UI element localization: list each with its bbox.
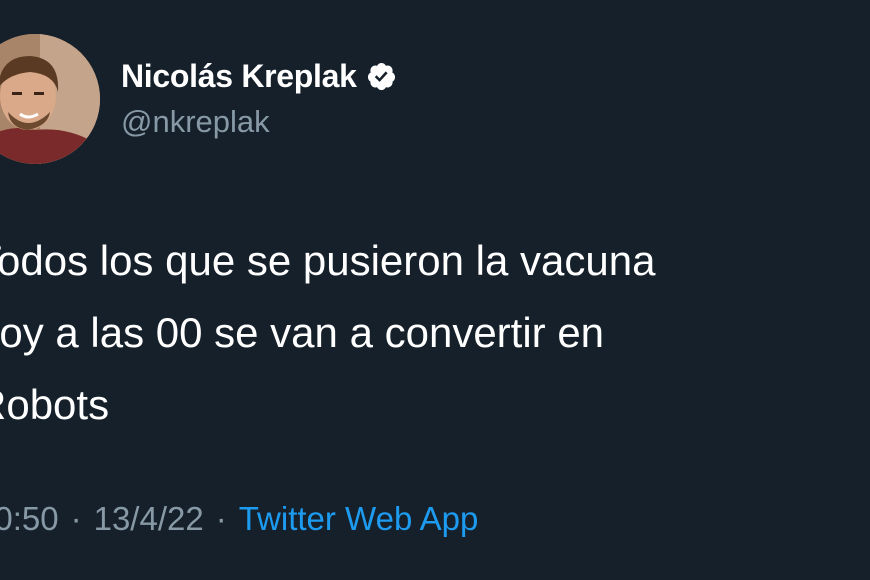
avatar-photo (0, 34, 100, 164)
tweet-date[interactable]: 13/4/22 (94, 500, 204, 538)
tweet-source-link[interactable]: Twitter Web App (239, 500, 479, 538)
avatar[interactable] (0, 34, 100, 164)
tweet-text-line: hoy a las 00 se van a convertir en (0, 309, 605, 356)
tweet-time[interactable]: 20:50 (0, 500, 59, 538)
verified-badge-icon (366, 61, 397, 92)
display-name[interactable]: Nicolás Kreplak (121, 58, 357, 95)
separator-dot: · (70, 500, 82, 537)
author-handle[interactable]: @nkreplak (121, 104, 270, 140)
tweet-text: Todos los que se pusieron la vacuna hoy … (0, 225, 856, 441)
tweet-metadata: 20:50 · 13/4/22 · Twitter Web App (0, 500, 478, 538)
separator-dot: · (215, 500, 227, 537)
tweet-card: Nicolás Kreplak @nkreplak Todos los que … (0, 0, 870, 580)
tweet-text-line: Todos los que se pusieron la vacuna (0, 237, 656, 284)
tweet-text-line: Robots (0, 381, 110, 428)
author-name-row: Nicolás Kreplak (121, 56, 397, 96)
